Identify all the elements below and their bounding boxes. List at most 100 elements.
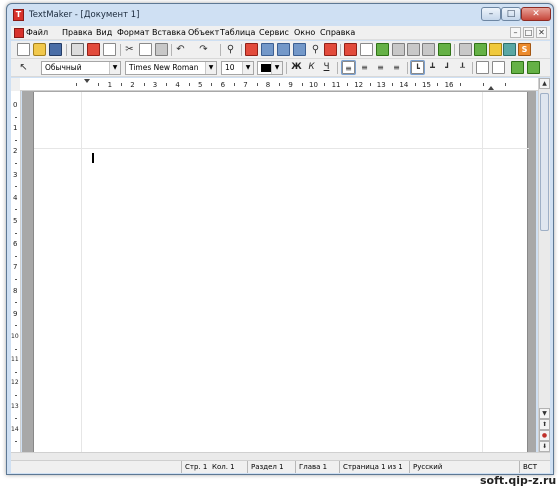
- status-section: Раздел 1: [247, 461, 295, 473]
- softmaker-icon[interactable]: S: [518, 43, 531, 56]
- menu-file[interactable]: Файл: [26, 28, 48, 37]
- status-insert-mode[interactable]: ВСТ: [519, 461, 550, 473]
- align-center-icon[interactable]: ≡: [358, 61, 371, 74]
- maximize-button[interactable]: □: [501, 7, 521, 21]
- ruler-tick: [15, 302, 17, 304]
- menu-help[interactable]: Справка: [320, 28, 355, 37]
- align-justify-icon[interactable]: ≡: [390, 61, 403, 74]
- undo-icon[interactable]: ↶: [174, 43, 187, 56]
- align-right-icon[interactable]: ≡: [374, 61, 387, 74]
- insert-chart-icon[interactable]: [293, 43, 306, 56]
- ruler-number: 10: [309, 81, 318, 89]
- tab-left-icon[interactable]: ┗: [410, 60, 425, 75]
- minimize-button[interactable]: –: [481, 7, 501, 21]
- bold-button[interactable]: Ж: [290, 61, 303, 74]
- draw-icon[interactable]: [489, 43, 502, 56]
- menu-window[interactable]: Окно: [294, 28, 315, 37]
- print-icon[interactable]: [71, 43, 84, 56]
- scroll-thumb[interactable]: [540, 93, 549, 231]
- formatting-toolbar: ↖ Обычный ▼ Times New Roman ▼ 10 ▼ ▼ Ж К Ч …: [11, 59, 550, 77]
- ruler-number: 16: [444, 81, 454, 89]
- new-document-icon[interactable]: [17, 43, 30, 56]
- print-preview-icon[interactable]: [103, 43, 116, 56]
- close-button[interactable]: ✕: [521, 7, 551, 21]
- app-icon[interactable]: T: [13, 9, 24, 21]
- insert-table-icon[interactable]: [277, 43, 290, 56]
- menu-table[interactable]: Таблица: [220, 28, 255, 37]
- horizontal-scrollbar[interactable]: [11, 452, 550, 460]
- horizontal-ruler[interactable]: 1 2 3 4 5 6 7 8 9 10 11 12 13 14 15 16: [20, 78, 538, 91]
- open-folder-icon[interactable]: [33, 43, 46, 56]
- ruler-tick: [15, 255, 17, 257]
- menu-view[interactable]: Вид: [96, 28, 112, 37]
- database-icon[interactable]: [474, 43, 487, 56]
- paste-icon[interactable]: [155, 43, 168, 56]
- font-family-select[interactable]: Times New Roman ▼: [125, 61, 217, 75]
- ruler-tick: [120, 83, 122, 86]
- decrease-indent-icon[interactable]: [511, 61, 524, 74]
- previous-page-button[interactable]: ⬆: [539, 419, 550, 430]
- select-arrow-icon[interactable]: ↖: [17, 61, 30, 74]
- menu-edit[interactable]: Правка: [62, 28, 92, 37]
- save-disk-icon[interactable]: [49, 43, 62, 56]
- insert-frame-icon[interactable]: [245, 43, 258, 56]
- paragraph-style-icon[interactable]: [459, 43, 472, 56]
- zoom-magnifier-icon[interactable]: ⚲: [309, 43, 322, 56]
- cut-icon[interactable]: ✂: [123, 43, 136, 56]
- right-indent-marker[interactable]: [488, 86, 494, 90]
- vertical-scrollbar[interactable]: ▲ ▼ ⬆ ● ⬇: [538, 78, 550, 452]
- zoom-page-icon[interactable]: [324, 43, 337, 56]
- text-frame-icon[interactable]: [344, 43, 357, 56]
- presentation-icon[interactable]: [503, 43, 516, 56]
- ruler-tick: [459, 83, 461, 86]
- tab-center-icon[interactable]: ┻: [426, 61, 439, 74]
- scroll-down-button[interactable]: ▼: [539, 408, 550, 419]
- browse-object-button[interactable]: ●: [539, 430, 550, 441]
- insert-picture-icon[interactable]: [261, 43, 274, 56]
- export-pdf-icon[interactable]: [87, 43, 100, 56]
- ruler-tick: [15, 186, 17, 188]
- text-color-select[interactable]: ▼: [257, 61, 283, 75]
- numbered-list-icon[interactable]: [476, 61, 489, 74]
- bookmark-icon[interactable]: [422, 43, 435, 56]
- ruler-tick: [98, 83, 100, 86]
- bullet-list-icon[interactable]: [492, 61, 505, 74]
- ruler-number: 11: [331, 81, 341, 89]
- copy-icon[interactable]: [139, 43, 152, 56]
- insert-object-icon[interactable]: [360, 43, 373, 56]
- chevron-down-icon: ▼: [109, 62, 120, 74]
- italic-button[interactable]: К: [305, 61, 318, 74]
- menu-object[interactable]: Объект: [188, 28, 219, 37]
- tab-decimal-icon[interactable]: ┸: [456, 61, 469, 74]
- app-window: T TextMaker - [Документ 1] – □ ✕ Файл Пр…: [6, 3, 554, 475]
- menu-format[interactable]: Формат: [117, 28, 149, 37]
- document-page[interactable]: [33, 92, 529, 452]
- field-icon[interactable]: [407, 43, 420, 56]
- ruler-number: 13: [376, 81, 386, 89]
- increase-indent-icon[interactable]: [527, 61, 540, 74]
- ruler-number: 6: [13, 240, 18, 249]
- underline-button[interactable]: Ч: [320, 61, 333, 74]
- doc-close-button[interactable]: ✕: [536, 27, 547, 38]
- paragraph-style-select[interactable]: Обычный ▼: [41, 61, 121, 75]
- menu-insert[interactable]: Вставка: [152, 28, 186, 37]
- vertical-ruler[interactable]: 0 1 2 3 4 5 6 7 8 9 10 11 12 13 14: [11, 91, 21, 452]
- ruler-number: 11: [11, 356, 19, 364]
- mail-merge-icon[interactable]: [438, 43, 451, 56]
- font-size-select[interactable]: 10 ▼: [221, 61, 254, 75]
- scroll-up-button[interactable]: ▲: [539, 78, 550, 89]
- spellcheck-icon[interactable]: [376, 43, 389, 56]
- chevron-down-icon: ▼: [242, 62, 253, 74]
- document-menu-icon[interactable]: [14, 28, 24, 38]
- redo-icon[interactable]: ↷: [197, 43, 210, 56]
- doc-restore-button[interactable]: □: [523, 27, 534, 38]
- columns-icon[interactable]: [392, 43, 405, 56]
- tab-right-icon[interactable]: ┛: [441, 61, 454, 74]
- title-bar: T TextMaker - [Документ 1] – □ ✕: [7, 4, 553, 26]
- left-indent-marker[interactable]: [84, 79, 90, 83]
- next-page-button[interactable]: ⬇: [539, 441, 550, 452]
- align-left-icon[interactable]: ≡: [341, 60, 356, 75]
- menu-tools[interactable]: Сервис: [259, 28, 289, 37]
- doc-minimize-button[interactable]: –: [510, 27, 521, 38]
- find-binoculars-icon[interactable]: ⚲: [224, 43, 237, 56]
